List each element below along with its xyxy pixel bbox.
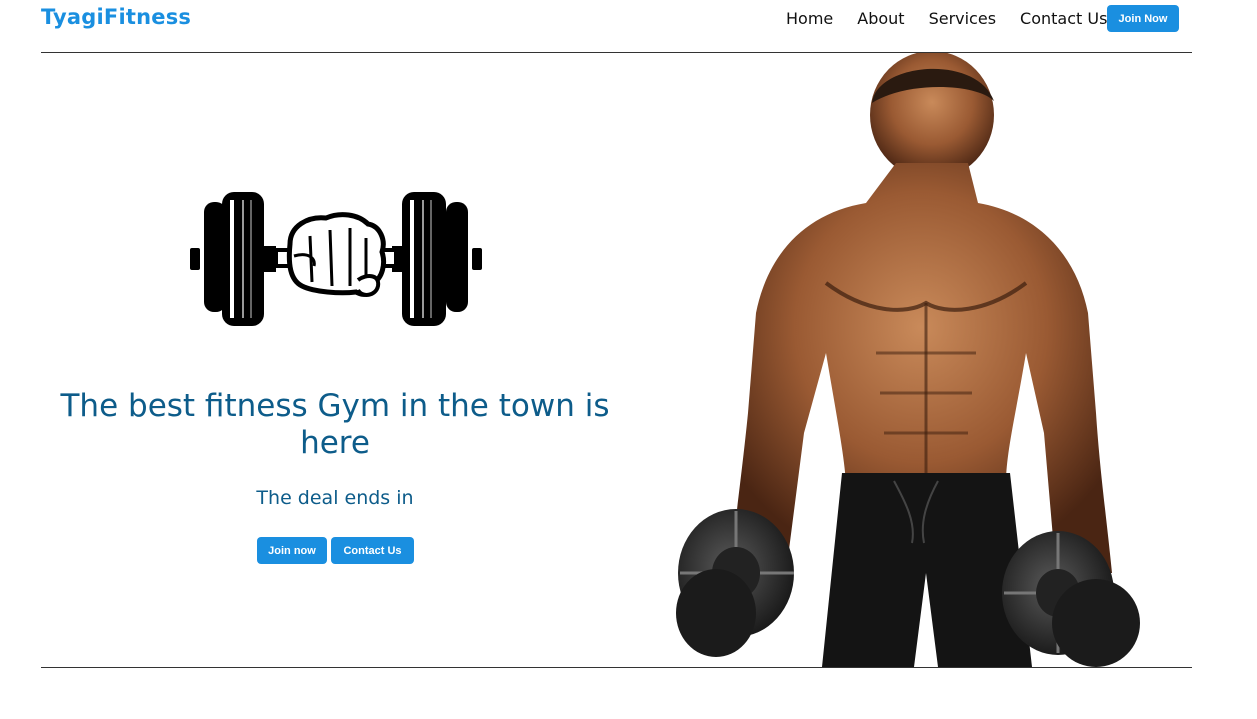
contact-us-button[interactable]: Contact Us [331, 537, 414, 564]
brand-logo-link[interactable]: TyagiFitness [41, 5, 191, 29]
nav-contact-us[interactable]: Contact Us [1020, 9, 1107, 29]
main-nav: Home About Services Contact Us [786, 9, 1107, 29]
page: TyagiFitness Home About Services Contact… [0, 0, 1257, 719]
nav-services[interactable]: Services [929, 9, 996, 29]
footer-divider [41, 667, 1192, 668]
nav-about[interactable]: About [857, 9, 904, 29]
hero-subhead: The deal ends in [256, 487, 414, 509]
hero-headline: The best fitness Gym in the town is here [60, 388, 610, 461]
join-now-button[interactable]: Join now [257, 537, 327, 564]
bodybuilder-hero-image [676, 53, 1140, 667]
dumbbell-fist-icon [190, 192, 482, 326]
join-now-header-button[interactable]: Join Now [1107, 5, 1179, 32]
nav-home[interactable]: Home [786, 9, 833, 29]
hero-cta-group: Join now Contact Us [257, 537, 414, 564]
